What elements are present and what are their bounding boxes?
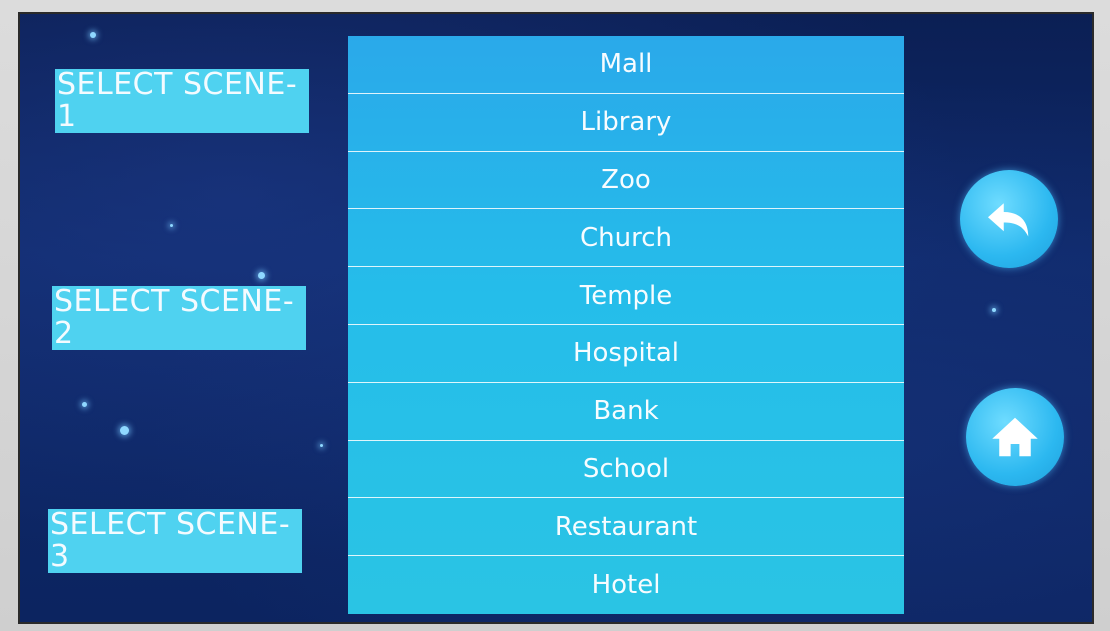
list-item-hotel[interactable]: Hotel: [348, 556, 904, 614]
background-star: [258, 272, 265, 279]
list-item-library[interactable]: Library: [348, 94, 904, 152]
list-item-church[interactable]: Church: [348, 209, 904, 268]
scene-list: Mall Library Zoo Church Temple Hospital …: [348, 36, 904, 614]
background-star: [82, 402, 87, 407]
select-scene-1-button[interactable]: SELECT SCENE- 1: [55, 69, 309, 133]
background-star: [90, 32, 96, 38]
scene-label-text: SELECT SCENE-: [54, 284, 295, 319]
scene-label-text: SELECT SCENE-: [57, 67, 298, 102]
list-item-school[interactable]: School: [348, 441, 904, 499]
list-item-mall[interactable]: Mall: [348, 36, 904, 94]
list-item-temple[interactable]: Temple: [348, 267, 904, 325]
background-star: [170, 224, 173, 227]
list-item-hospital[interactable]: Hospital: [348, 325, 904, 383]
scene-label-text: SELECT SCENE-: [50, 507, 291, 542]
list-item-zoo[interactable]: Zoo: [348, 152, 904, 210]
select-scene-3-button[interactable]: SELECT SCENE- 3: [48, 509, 302, 573]
touch-screen: SELECT SCENE- 1 SELECT SCENE- 2 SELECT S…: [18, 12, 1094, 624]
home-icon: [992, 417, 1038, 457]
select-scene-2-button[interactable]: SELECT SCENE- 2: [52, 286, 306, 350]
scene-number: 3: [50, 539, 70, 574]
list-item-bank[interactable]: Bank: [348, 383, 904, 441]
background-star: [320, 444, 323, 447]
background-star: [992, 308, 996, 312]
scene-number: 1: [57, 99, 77, 134]
background-star: [120, 426, 129, 435]
scene-number: 2: [54, 316, 74, 351]
back-button[interactable]: [960, 170, 1058, 268]
back-arrow-icon: [988, 203, 1029, 237]
home-button[interactable]: [966, 388, 1064, 486]
list-item-restaurant[interactable]: Restaurant: [348, 498, 904, 557]
